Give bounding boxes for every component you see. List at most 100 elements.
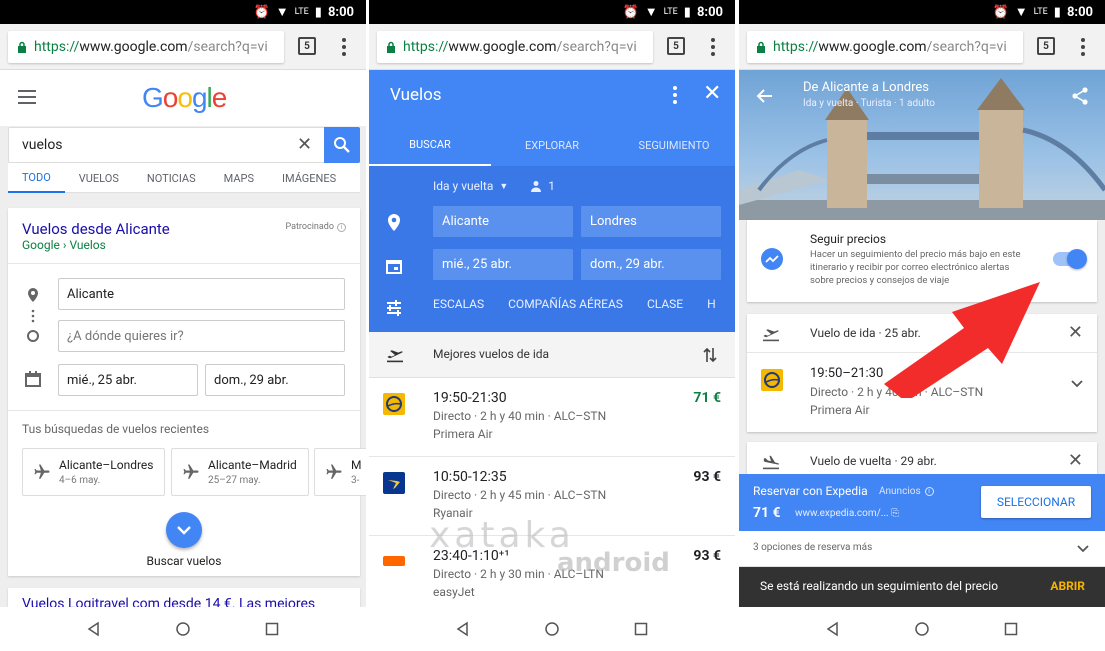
browser-menu-icon[interactable] bbox=[1073, 36, 1093, 58]
tab-vuelos[interactable]: VUELOS bbox=[65, 163, 133, 193]
flight-row[interactable]: 23:40-1:10⁺¹ Directo · 2 h y 30 min · AL… bbox=[369, 536, 735, 607]
tab-imagenes[interactable]: IMÁGENES bbox=[268, 163, 350, 193]
url-domain: www.google.com bbox=[818, 39, 927, 55]
clear-search-icon[interactable]: ✕ bbox=[297, 136, 312, 154]
back-icon[interactable] bbox=[455, 621, 471, 637]
search-input[interactable]: vuelos bbox=[22, 137, 63, 153]
back-arrow-icon[interactable] bbox=[755, 88, 773, 104]
airline-logo-primera bbox=[383, 393, 405, 415]
filter-more[interactable]: H bbox=[707, 297, 716, 311]
flight-results: Mejores vuelos de ida 19:50-21:30 Direct… bbox=[369, 332, 735, 607]
booking-url-text: www.expedia.com/... bbox=[795, 508, 889, 519]
home-icon[interactable] bbox=[175, 621, 191, 637]
tab-seguimiento[interactable]: SEGUIMIENTO bbox=[613, 125, 735, 166]
sort-icon[interactable] bbox=[703, 347, 717, 363]
filter-companias[interactable]: COMPAÑÍAS AÉREAS bbox=[508, 297, 623, 311]
more-booking-options[interactable]: 3 opciones de reserva más bbox=[739, 531, 1105, 567]
recent-search-chip[interactable]: Alicante–Londres 4–6 may. bbox=[22, 448, 165, 496]
hamburger-menu-icon[interactable] bbox=[18, 90, 36, 104]
recent-dates: 25–27 may. bbox=[208, 475, 261, 486]
depart-date-field[interactable]: mié., 25 abr. bbox=[58, 364, 198, 396]
remove-return-icon[interactable]: ✕ bbox=[1068, 452, 1083, 470]
snackbar-message: Se está realizando un seguimiento del pr… bbox=[760, 579, 999, 593]
airline-logo-primera bbox=[761, 369, 783, 391]
return-date-field[interactable]: dom., 29 abr. bbox=[205, 364, 345, 396]
url-bar[interactable]: https://www.google.com/search?q=vi bbox=[377, 31, 653, 63]
recent-dates: 3- bbox=[351, 475, 360, 486]
clock: 8:00 bbox=[327, 4, 354, 20]
airplane-icon bbox=[326, 464, 342, 479]
info-icon[interactable]: i bbox=[924, 487, 934, 496]
origin-field[interactable]: Alicante bbox=[433, 206, 573, 237]
destination-field[interactable]: ¿A dónde quieres ir? bbox=[58, 320, 345, 352]
filter-clase[interactable]: CLASE bbox=[647, 297, 683, 311]
lock-icon bbox=[755, 41, 767, 53]
select-button[interactable]: SELECCIONAR bbox=[981, 486, 1091, 518]
home-icon[interactable] bbox=[914, 621, 930, 637]
recents-icon[interactable] bbox=[264, 621, 280, 637]
chevron-down-icon[interactable] bbox=[1071, 380, 1083, 388]
lte-signal-icon: LTE bbox=[1033, 7, 1048, 17]
track-prices-title: Seguir precios bbox=[810, 232, 887, 246]
recent-search-chip[interactable]: Alicante–Madrid 25–27 may. bbox=[171, 448, 309, 496]
airline-name: easyJet bbox=[433, 585, 475, 599]
tab-todo[interactable]: TODO bbox=[8, 163, 65, 193]
url-domain: www.google.com bbox=[79, 39, 188, 55]
filter-escalas[interactable]: ESCALAS bbox=[433, 297, 484, 311]
browser-menu-icon[interactable] bbox=[334, 36, 354, 58]
alarm-icon: ⏰ bbox=[253, 4, 270, 20]
return-date-field[interactable]: dom., 29 abr. bbox=[581, 249, 721, 280]
flight-details: Directo · 2 h y 30 min · ALC–LTN bbox=[433, 567, 604, 581]
booking-url: www.expedia.com/... ⎘ bbox=[795, 508, 899, 519]
url-bar[interactable]: https://www.google.com/search?q=vi bbox=[8, 31, 284, 63]
phone-screen-flight-details: ⏰ ▼ LTE ▮ 8:00 https://www.google.com/se… bbox=[739, 0, 1105, 651]
url-bar[interactable]: https://www.google.com/search?q=vi bbox=[747, 31, 1023, 63]
recents-icon[interactable] bbox=[1003, 621, 1019, 637]
result-title-link[interactable]: Vuelos Logitravel com desde 14 €. Las me… bbox=[22, 596, 315, 607]
search-button[interactable] bbox=[324, 127, 360, 163]
route-title: De Alicante a Londres bbox=[803, 80, 929, 95]
search-flights-button[interactable] bbox=[166, 512, 202, 548]
back-icon[interactable] bbox=[86, 621, 102, 637]
phone-screen-google-search: ⏰ ▼ LTE ▮ 8:00 https://www.google.com/se… bbox=[0, 0, 366, 651]
flight-time: 10:50-12:35 bbox=[433, 469, 507, 485]
tab-switcher-button[interactable]: 5 bbox=[1037, 37, 1055, 55]
clock: 8:00 bbox=[1066, 4, 1093, 20]
tab-noticias[interactable]: NOTICIAS bbox=[133, 163, 210, 193]
divider bbox=[8, 263, 360, 264]
home-icon[interactable] bbox=[544, 621, 560, 637]
tab-switcher-button[interactable]: 5 bbox=[667, 37, 685, 55]
tab-buscar[interactable]: BUSCAR bbox=[369, 125, 491, 166]
tab-explorar[interactable]: EXPLORAR bbox=[491, 125, 613, 166]
recent-searches-label: Tus búsquedas de vuelos recientes bbox=[22, 422, 210, 436]
remove-outbound-icon[interactable]: ✕ bbox=[1068, 324, 1083, 342]
battery-icon: ▮ bbox=[1053, 4, 1061, 20]
chevron-down-icon bbox=[177, 526, 191, 535]
flight-row[interactable]: 10:50-12:35 Directo · 2 h y 45 min · ALC… bbox=[369, 457, 735, 536]
close-icon[interactable]: ✕ bbox=[703, 83, 721, 105]
snackbar-open-button[interactable]: ABRIR bbox=[1050, 579, 1085, 593]
back-icon[interactable] bbox=[825, 621, 841, 637]
flight-row[interactable]: 19:50-21:30 Directo · 2 h y 40 min · ALC… bbox=[369, 378, 735, 457]
more-options-label: 3 opciones de reserva más bbox=[753, 542, 873, 553]
trip-type-select[interactable]: Ida y vuelta bbox=[433, 179, 493, 193]
share-icon[interactable] bbox=[1071, 87, 1089, 105]
origin-field[interactable]: Alicante bbox=[58, 278, 345, 310]
browser-toolbar: https://www.google.com/search?q=vi 5 bbox=[0, 24, 366, 70]
destination-field[interactable]: Londres bbox=[581, 206, 721, 237]
tab-maps[interactable]: MAPS bbox=[210, 163, 268, 193]
recents-icon[interactable] bbox=[633, 621, 649, 637]
tab-switcher-button[interactable]: 5 bbox=[298, 37, 316, 55]
passenger-count[interactable]: 1 bbox=[548, 179, 555, 193]
info-icon[interactable]: i bbox=[337, 222, 346, 232]
recent-search-chip[interactable]: M 3- bbox=[314, 448, 366, 496]
departure-plane-icon bbox=[763, 329, 779, 342]
breadcrumb: Google › Vuelos bbox=[22, 238, 106, 252]
ad-title-link[interactable]: Vuelos desde Alicante bbox=[22, 220, 170, 238]
browser-menu-icon[interactable] bbox=[703, 36, 723, 58]
more-options-icon[interactable] bbox=[671, 86, 679, 104]
trip-options: Ida y vuelta ▼ 1 bbox=[433, 179, 555, 193]
track-prices-toggle[interactable] bbox=[1053, 249, 1087, 269]
url-scheme: https:// bbox=[403, 39, 449, 55]
depart-date-field[interactable]: mié., 25 abr. bbox=[433, 249, 573, 280]
